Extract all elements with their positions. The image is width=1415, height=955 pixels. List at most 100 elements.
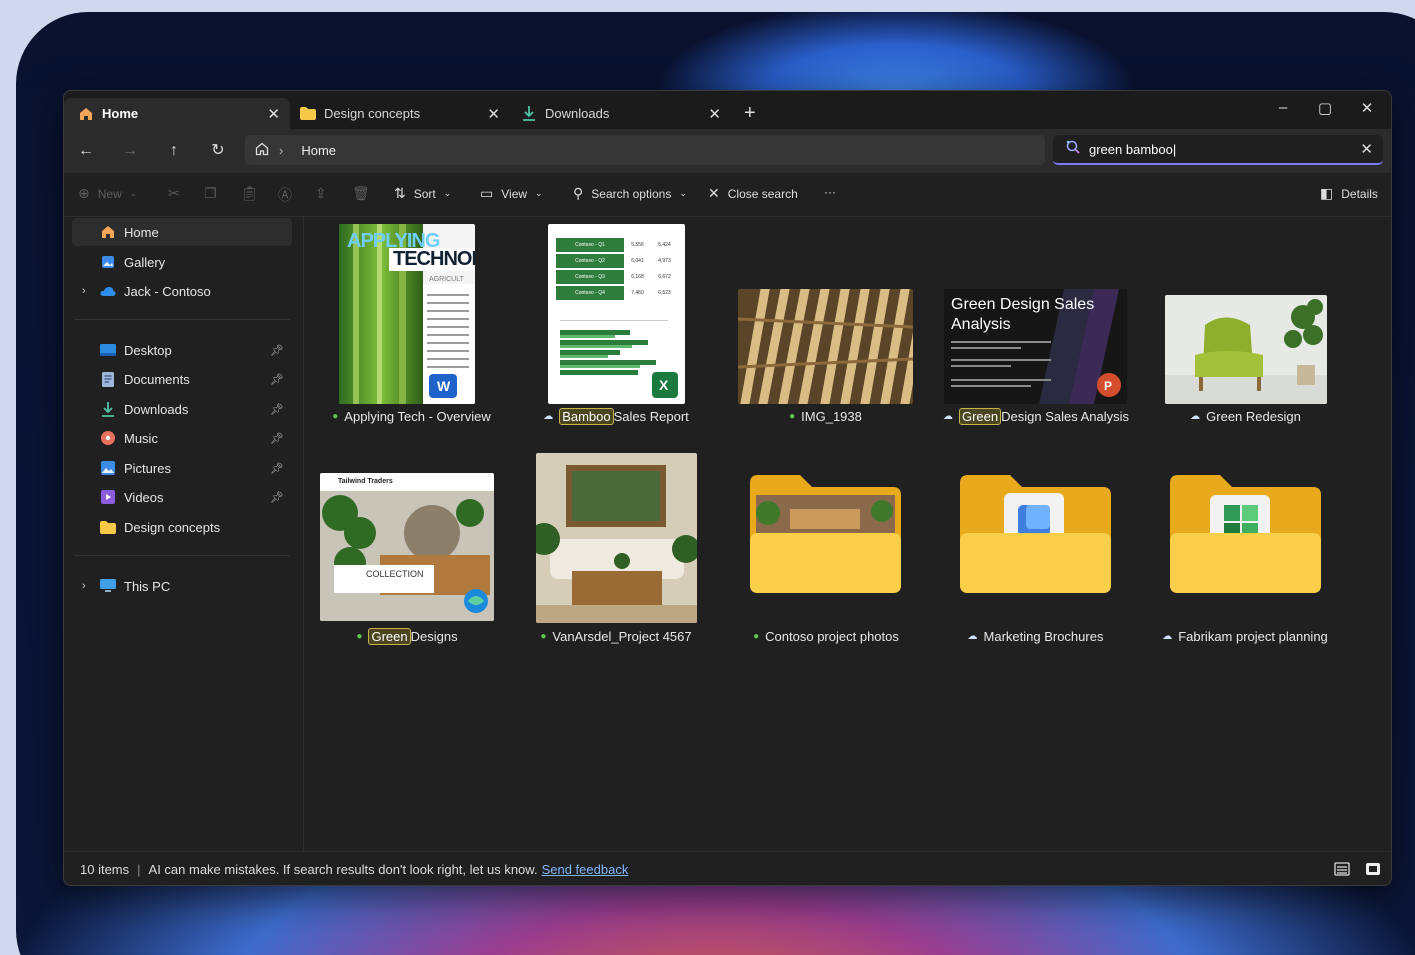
- send-feedback-link[interactable]: Send feedback: [542, 862, 629, 877]
- sort-button[interactable]: ⇅ Sort ⌄: [394, 185, 451, 202]
- sidebar-item-desktop[interactable]: Desktop 📌︎: [72, 336, 292, 364]
- cut-button[interactable]: ✂: [168, 185, 188, 202]
- back-button[interactable]: ←: [75, 140, 97, 162]
- file-thumbnail-word[interactable]: W APPLYING TECHNOL AGRICULT: [339, 224, 475, 404]
- tiles-view-icon[interactable]: [1365, 861, 1383, 879]
- webpage-heading: COLLECTION: [366, 569, 424, 579]
- clipboard-icon: 📋︎: [241, 185, 259, 201]
- webpage-brand: Tailwind Traders: [338, 478, 393, 485]
- copy-button[interactable]: ❐: [204, 185, 225, 202]
- file-caption[interactable]: ● VanArsdel_Project 4567: [521, 629, 711, 644]
- up-button[interactable]: ↑: [163, 140, 185, 162]
- file-caption[interactable]: ● IMG_1938: [738, 409, 913, 424]
- file-thumbnail-photo[interactable]: [1165, 295, 1327, 404]
- close-icon[interactable]: ✕: [267, 105, 280, 123]
- pin-icon[interactable]: 📌︎: [270, 432, 284, 445]
- pin-icon[interactable]: 📌︎: [270, 373, 284, 386]
- close-search-button[interactable]: ✕ Close search: [708, 185, 798, 202]
- clear-search-icon[interactable]: ✕: [1360, 140, 1373, 158]
- sidebar-item-downloads[interactable]: Downloads 📌︎: [72, 395, 292, 423]
- minimize-button[interactable]: –: [1268, 99, 1298, 116]
- sidebar-item-onedrive[interactable]: › Jack - Contoso: [72, 277, 292, 305]
- file-caption[interactable]: ☁ Marketing Brochures: [944, 629, 1127, 644]
- synced-icon: ●: [753, 631, 760, 642]
- paste-button[interactable]: 📋︎: [241, 185, 267, 202]
- folder-thumbnail[interactable]: [1170, 475, 1321, 593]
- tab-design-concepts[interactable]: Design concepts ✕: [286, 98, 510, 129]
- file-name: Marketing Brochures: [983, 629, 1104, 644]
- search-options-button[interactable]: ⚲ Search options ⌄: [573, 185, 687, 202]
- view-icon: ▭: [480, 185, 494, 201]
- file-thumbnail-powerpoint[interactable]: P Green Design Sales Analysis: [944, 289, 1127, 404]
- sidebar-item-videos[interactable]: Videos 📌︎: [72, 483, 292, 511]
- pin-icon[interactable]: 📌︎: [270, 344, 284, 357]
- forward-button[interactable]: →: [119, 140, 141, 162]
- file-caption[interactable]: ☁ Bamboo Sales Report: [516, 408, 716, 425]
- sidebar-item-design-concepts[interactable]: Design concepts: [72, 513, 292, 541]
- file-thumbnail-excel[interactable]: Contoso - Q1 5,556 5,424 Contoso - Q2 6,041 4…: [548, 224, 685, 404]
- sidebar-item-documents[interactable]: Documents 📌︎: [72, 365, 292, 393]
- folder-icon: [100, 519, 116, 535]
- new-label: New: [97, 186, 122, 201]
- chevron-right-icon[interactable]: ›: [82, 285, 86, 297]
- file-caption[interactable]: ☁ Green Design Sales Analysis: [924, 408, 1148, 425]
- cloud-icon: ☁: [942, 411, 953, 422]
- file-caption[interactable]: ● Contoso project photos: [736, 629, 916, 644]
- sidebar-item-label: Desktop: [124, 342, 172, 358]
- sidebar-item-gallery[interactable]: Gallery: [72, 248, 292, 276]
- file-caption[interactable]: ● Applying Tech - Overview: [304, 409, 519, 424]
- slide-title: Green Design Sales Analysis: [951, 296, 1095, 333]
- file-thumbnail-photo[interactable]: [738, 289, 913, 404]
- sidebar-item-pictures[interactable]: Pictures 📌︎: [72, 454, 292, 482]
- file-name: Applying Tech - Overview: [344, 409, 491, 424]
- new-tab-button[interactable]: +: [744, 102, 756, 125]
- maximize-button[interactable]: ▢: [1310, 99, 1340, 117]
- close-icon[interactable]: ✕: [708, 105, 721, 123]
- pin-icon[interactable]: 📌︎: [270, 491, 284, 504]
- file-caption[interactable]: ☁ Green Redesign: [1158, 409, 1333, 424]
- chevron-right-icon[interactable]: ›: [82, 580, 86, 592]
- desktop-icon: [100, 342, 116, 358]
- new-button[interactable]: ⊕ New ⌄: [78, 185, 137, 202]
- close-icon[interactable]: ✕: [487, 105, 500, 123]
- home-icon: [78, 106, 94, 122]
- sidebar-item-label: Design concepts: [124, 519, 221, 535]
- file-thumbnail-photo[interactable]: [536, 453, 697, 623]
- status-bar: 10 items | AI can make mistakes. If sear…: [64, 851, 1391, 885]
- folder-thumbnail[interactable]: [750, 475, 901, 593]
- pin-icon[interactable]: 📌︎: [270, 462, 284, 475]
- search-box[interactable]: ✕: [1053, 135, 1383, 165]
- search-input[interactable]: [1089, 141, 1349, 157]
- sidebar-item-this-pc[interactable]: › This PC: [72, 572, 292, 600]
- tab-home[interactable]: Home ✕: [64, 98, 290, 129]
- breadcrumb-home[interactable]: Home: [301, 143, 336, 158]
- sidebar-item-music[interactable]: Music 📌︎: [72, 424, 292, 452]
- close-search-label: Close search: [727, 186, 798, 201]
- close-window-button[interactable]: ✕: [1352, 99, 1382, 117]
- share-button[interactable]: ⇪: [315, 185, 335, 202]
- search-highlight: Bamboo: [559, 408, 614, 425]
- chevron-down-icon: ⌄: [535, 188, 543, 198]
- plus-circle-icon: ⊕: [78, 185, 90, 201]
- cloud-icon: [100, 283, 116, 299]
- refresh-button[interactable]: ↻: [207, 140, 229, 162]
- pin-icon[interactable]: 📌︎: [270, 403, 284, 416]
- folder-icon: [300, 106, 316, 122]
- more-options-button[interactable]: ···: [824, 185, 836, 199]
- file-name: Contoso project photos: [765, 629, 899, 644]
- tab-downloads[interactable]: Downloads ✕: [507, 98, 731, 129]
- sidebar-item-home[interactable]: Home: [72, 218, 292, 246]
- folder-thumbnail[interactable]: [960, 475, 1111, 593]
- details-button[interactable]: ◧ Details: [1320, 185, 1378, 202]
- copy-icon: ❐: [204, 185, 217, 201]
- rename-icon: Ⓐ: [278, 187, 292, 203]
- sidebar-item-label: Music: [124, 430, 158, 446]
- file-caption[interactable]: ☁ Fabrikam project planning: [1148, 629, 1342, 644]
- details-view-icon[interactable]: [1334, 861, 1352, 879]
- view-button[interactable]: ▭ View ⌄: [480, 185, 543, 202]
- rename-button[interactable]: Ⓐ: [278, 185, 300, 205]
- delete-button[interactable]: 🗑︎: [352, 185, 378, 202]
- file-caption[interactable]: ● Green Designs: [320, 628, 494, 645]
- address-bar[interactable]: › Home: [245, 135, 1045, 165]
- file-thumbnail-webpage[interactable]: Tailwind Traders COLLECTION: [320, 473, 494, 621]
